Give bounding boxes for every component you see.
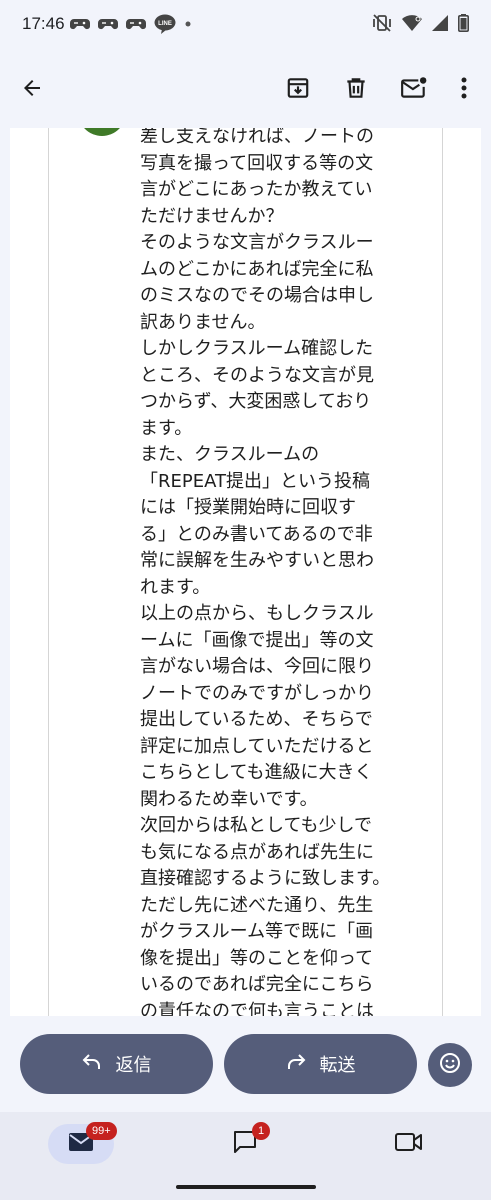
mark-unread-icon <box>400 75 428 105</box>
reply-button[interactable]: 返信 <box>20 1034 213 1094</box>
nav-meet[interactable] <box>376 1124 442 1164</box>
back-arrow-icon <box>20 76 44 104</box>
archive-icon <box>285 75 311 105</box>
system-icons <box>372 14 469 36</box>
vibrate-off-icon <box>372 14 392 36</box>
game-controller-icon <box>98 16 118 32</box>
signal-icon <box>432 15 448 35</box>
more-options-button[interactable] <box>444 70 484 110</box>
thread-divider-left <box>48 128 49 1016</box>
forward-label: 転送 <box>319 1055 356 1076</box>
delete-icon <box>343 75 369 105</box>
forward-button[interactable]: 転送 <box>224 1034 417 1094</box>
wifi-icon <box>402 15 422 35</box>
more-vert-icon <box>461 77 467 103</box>
line-app-icon: LINE <box>154 14 176 34</box>
back-button[interactable] <box>12 70 52 110</box>
game-controller-icon <box>70 16 90 32</box>
gesture-bar[interactable] <box>176 1185 316 1189</box>
battery-icon <box>458 14 469 36</box>
notification-icons: LINE <box>70 14 192 34</box>
game-controller-icon <box>126 16 146 32</box>
thread-divider-right <box>442 128 443 1016</box>
mail-unread-badge: 99+ <box>86 1122 117 1140</box>
app-bar <box>0 50 491 128</box>
line-icon-label: LINE <box>158 21 172 27</box>
archive-button[interactable] <box>278 70 318 110</box>
smiley-icon <box>438 1051 462 1079</box>
emoji-reaction-button[interactable] <box>428 1043 472 1087</box>
chat-unread-badge: 1 <box>252 1122 271 1140</box>
reply-icon <box>82 1053 102 1076</box>
status-bar: 17:46 LINE <box>0 0 491 50</box>
video-camera-icon <box>395 1132 423 1156</box>
avatar[interactable] <box>78 128 126 136</box>
message-content: 差し支えなければ、ノートの 写真を撮って回収する等の文 言がどこにあったか教えて… <box>10 128 481 1016</box>
dot-icon <box>184 20 192 28</box>
forward-icon <box>286 1053 306 1076</box>
mark-unread-button[interactable] <box>394 70 434 110</box>
message-body: 差し支えなければ、ノートの 写真を撮って回収する等の文 言がどこにあったか教えて… <box>140 128 391 1016</box>
status-time: 17:46 <box>22 14 65 33</box>
delete-button[interactable] <box>336 70 376 110</box>
action-row: 返信 転送 <box>0 1016 491 1112</box>
reply-label: 返信 <box>115 1055 152 1076</box>
